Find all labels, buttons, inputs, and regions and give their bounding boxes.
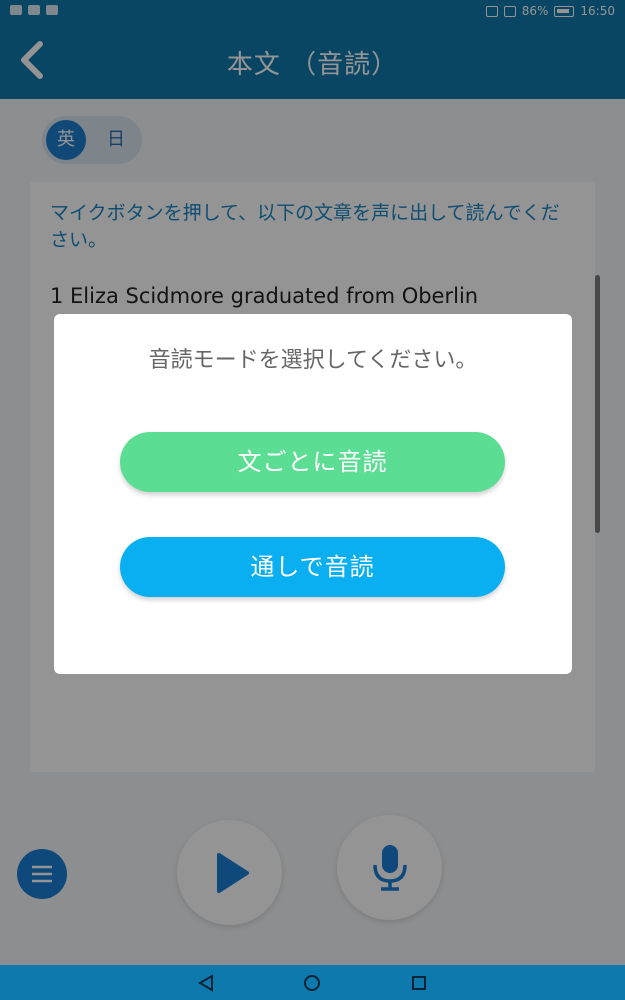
nav-recents-icon[interactable] [410, 974, 428, 992]
nav-home-icon[interactable] [303, 974, 321, 992]
read-by-sentence-button[interactable]: 文ごとに音読 [120, 432, 505, 492]
nav-back-icon[interactable] [197, 974, 215, 992]
read-through-button[interactable]: 通しで音読 [120, 537, 505, 597]
system-nav-bar [0, 965, 625, 1000]
dialog-title: 音読モードを選択してください。 [148, 348, 478, 373]
reading-mode-dialog: 音読モードを選択してください。 文ごとに音読 通しで音読 [54, 314, 572, 674]
